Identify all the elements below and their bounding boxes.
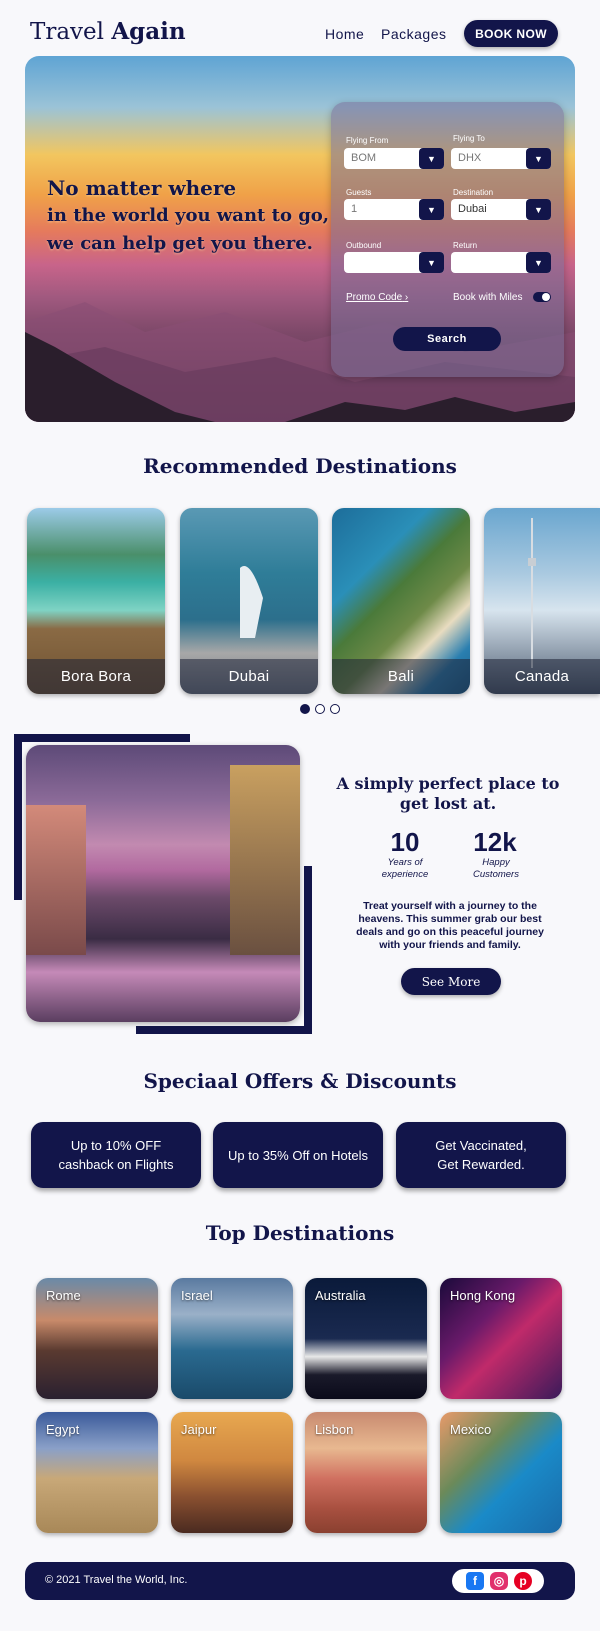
social-links: f ◎ p: [452, 1569, 544, 1593]
top-card-label: Egypt: [46, 1422, 80, 1437]
stat-customers-label: Happy Customers: [473, 857, 519, 880]
feature-description: Treat yourself with a journey to the hea…: [356, 900, 544, 951]
top-card-lisbon[interactable]: Lisbon: [305, 1412, 427, 1533]
top-card-hong-kong[interactable]: Hong Kong: [440, 1278, 562, 1399]
chevron-down-icon[interactable]: ▼: [419, 199, 444, 220]
destination-select[interactable]: Dubai ▼: [451, 199, 551, 220]
offer-vaccinated[interactable]: Get Vaccinated, Get Rewarded.: [396, 1122, 566, 1188]
offer-flights-cashback[interactable]: Up to 10% OFF cashback on Flights: [31, 1122, 201, 1188]
guests-select[interactable]: 1 ▼: [344, 199, 444, 220]
promo-code-link[interactable]: Promo Code ›: [346, 292, 408, 303]
top-card-label: Hong Kong: [450, 1288, 516, 1303]
carousel-dot-2[interactable]: [315, 704, 325, 714]
search-button[interactable]: Search: [393, 327, 501, 351]
chevron-down-icon[interactable]: ▼: [526, 199, 551, 220]
burj-al-arab-shape: [240, 566, 263, 638]
destination-card-bali[interactable]: Bali: [332, 508, 470, 694]
flying-to-select[interactable]: DHX ▼: [451, 148, 551, 169]
top-destinations-title: Top Destinations: [205, 1221, 395, 1245]
chevron-right-icon: ›: [404, 292, 409, 303]
chevron-down-icon[interactable]: ▼: [419, 252, 444, 273]
top-card-jaipur[interactable]: Jaipur: [171, 1412, 293, 1533]
top-card-label: Israel: [181, 1288, 213, 1303]
top-card-australia[interactable]: Australia: [305, 1278, 427, 1399]
hero-line-3: we can help get you there.: [47, 233, 313, 254]
facebook-icon[interactable]: f: [466, 1572, 484, 1590]
cn-tower-shape: [528, 518, 536, 668]
top-card-rome[interactable]: Rome: [36, 1278, 158, 1399]
flying-from-value: BOM: [351, 152, 377, 164]
book-with-miles-toggle[interactable]: [533, 292, 551, 302]
destination-card-dubai[interactable]: Dubai: [180, 508, 318, 694]
top-card-label: Lisbon: [315, 1422, 354, 1437]
promo-code-label: Promo Code: [346, 292, 403, 303]
carousel-dot-3[interactable]: [330, 704, 340, 714]
guests-label: Guests: [346, 188, 372, 197]
hero-headline: No matter where in the world you want to…: [47, 174, 330, 258]
recommended-title: Recommended Destinations: [143, 454, 457, 478]
carousel-dot-1[interactable]: [300, 704, 310, 714]
see-more-button[interactable]: See More: [401, 968, 501, 995]
top-card-mexico[interactable]: Mexico: [440, 1412, 562, 1533]
logo-bold: Again: [111, 18, 186, 45]
destination-card-label: Bora Bora: [27, 659, 165, 694]
copyright-text: © 2021 Travel the World, Inc.: [45, 1574, 188, 1586]
book-with-miles-label: Book with Miles: [453, 292, 523, 303]
destination-card-label: Canada: [484, 659, 600, 694]
top-card-label: Australia: [315, 1288, 366, 1303]
logo[interactable]: Travel Again: [30, 18, 186, 45]
nav-home[interactable]: Home: [325, 26, 364, 42]
destination-card-label: Dubai: [180, 659, 318, 694]
stat-customers-number: 12k: [473, 827, 517, 857]
destination-value: Dubai: [458, 203, 487, 215]
guests-value: 1: [351, 203, 358, 215]
destination-card-label: Bali: [332, 659, 470, 694]
flight-search-panel: Flying From BOM ▼ Flying To DHX ▼ Guests…: [331, 102, 564, 377]
top-card-israel[interactable]: Israel: [171, 1278, 293, 1399]
flying-to-label: Flying To: [453, 134, 485, 143]
top-card-label: Mexico: [450, 1422, 492, 1437]
logo-light: Travel: [30, 19, 105, 45]
venice-canal-image: [26, 745, 300, 1022]
top-card-label: Jaipur: [181, 1422, 217, 1437]
return-date[interactable]: ▼: [451, 252, 551, 273]
nav-packages[interactable]: Packages: [381, 26, 446, 42]
stat-years-label: Years of experience: [381, 857, 429, 880]
destination-card-canada[interactable]: Canada: [484, 508, 600, 694]
destination-card-bora-bora[interactable]: Bora Bora: [27, 508, 165, 694]
chevron-down-icon[interactable]: ▼: [526, 252, 551, 273]
instagram-icon[interactable]: ◎: [490, 1572, 508, 1590]
flying-from-label: Flying From: [346, 136, 389, 145]
stat-years-number: 10: [390, 827, 420, 857]
hero-line-1: No matter where: [47, 176, 237, 200]
feature-title: A simply perfect place to get lost at.: [336, 774, 560, 813]
offer-hotels[interactable]: Up to 35% Off on Hotels: [213, 1122, 383, 1188]
flying-from-select[interactable]: BOM ▼: [344, 148, 444, 169]
chevron-down-icon[interactable]: ▼: [526, 148, 551, 169]
top-card-label: Rome: [46, 1288, 81, 1303]
pinterest-icon[interactable]: p: [514, 1572, 532, 1590]
destination-label: Destination: [453, 188, 494, 197]
chevron-down-icon[interactable]: ▼: [419, 148, 444, 169]
hero-line-2: in the world you want to go,: [47, 205, 330, 226]
flying-to-value: DHX: [458, 152, 482, 164]
offers-title: Speciaal Offers & Discounts: [143, 1069, 457, 1093]
return-label: Return: [453, 241, 478, 250]
outbound-label: Outbound: [346, 241, 382, 250]
top-card-egypt[interactable]: Egypt: [36, 1412, 158, 1533]
outbound-date[interactable]: ▼: [344, 252, 444, 273]
book-now-button[interactable]: BOOK NOW: [464, 20, 558, 47]
